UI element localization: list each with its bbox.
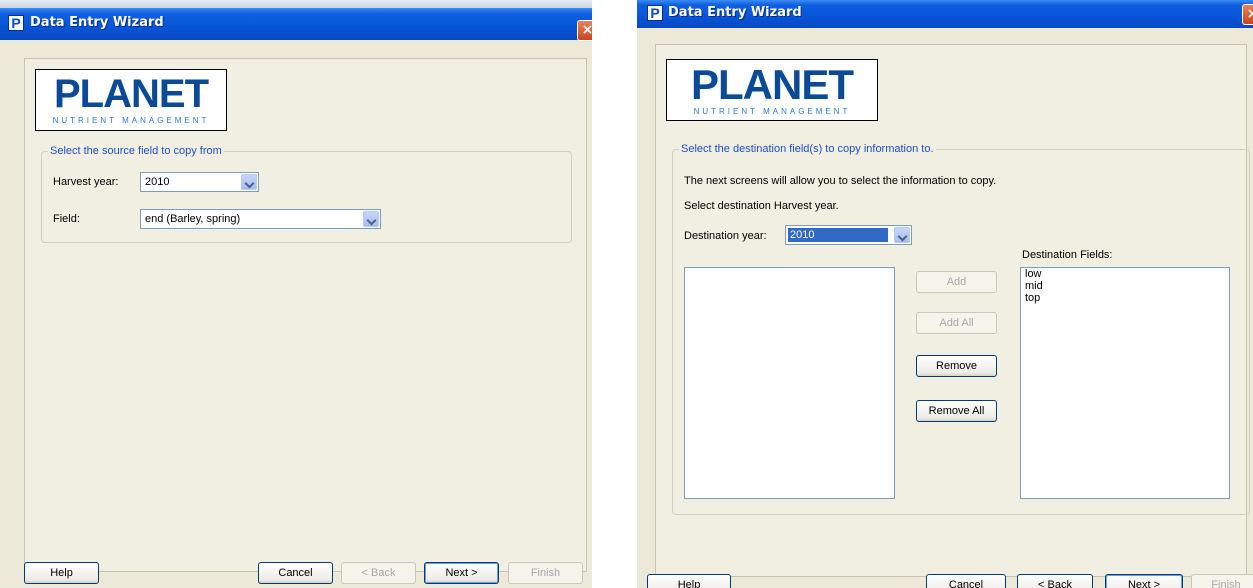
list-item[interactable]: low (1021, 268, 1229, 280)
planet-logo: PLANET NUTRIENT MANAGEMENT (35, 69, 227, 131)
help-button[interactable]: Help (647, 574, 731, 588)
wizard-window-left: P Data Entry Wizard × PLANET NUTRIENT MA… (0, 0, 592, 588)
list-item[interactable]: top (1021, 292, 1229, 304)
destination-fields-list[interactable]: low mid top (1020, 267, 1230, 499)
close-icon[interactable]: × (577, 20, 592, 41)
next-button[interactable]: Next > (424, 562, 499, 584)
dropdown-arrow-icon[interactable] (363, 211, 379, 227)
destination-fields-label: Destination Fields: (1022, 249, 1113, 261)
app-icon: P (647, 5, 663, 21)
next-button[interactable]: Next > (1105, 574, 1183, 588)
add-all-button[interactable]: Add All (916, 312, 997, 334)
close-icon[interactable]: × (1242, 4, 1253, 25)
harvest-year-select[interactable]: 2010 (140, 172, 259, 192)
list-item[interactable]: mid (1021, 280, 1229, 292)
wizard-window-right: P Data Entry Wizard × PLANET NUTRIENT MA… (637, 0, 1253, 588)
help-button[interactable]: Help (24, 562, 99, 584)
info-text: The next screens will allow you to selec… (684, 175, 997, 187)
destination-year-value: 2010 (788, 228, 888, 242)
wizard-content-panel: PLANET NUTRIENT MANAGEMENT Select the de… (655, 44, 1250, 577)
group-legend: Select the destination field(s) to copy … (681, 143, 934, 155)
remove-all-button[interactable]: Remove All (916, 400, 997, 422)
group-legend: Select the source field to copy from (50, 145, 222, 157)
dropdown-arrow-icon[interactable] (241, 174, 257, 190)
logo-word: PLANET (691, 61, 854, 108)
cancel-button[interactable]: Cancel (258, 562, 333, 584)
finish-button[interactable]: Finish (508, 562, 583, 584)
wizard-content-panel: PLANET NUTRIENT MANAGEMENT Select the so… (24, 58, 587, 572)
taskbar-strip (0, 0, 592, 8)
back-button[interactable]: < Back (1017, 574, 1093, 588)
title-bar: P Data Entry Wizard × (0, 8, 592, 41)
cancel-button[interactable]: Cancel (926, 574, 1006, 588)
finish-button[interactable]: Finish (1191, 574, 1253, 588)
window-title: Data Entry Wizard (30, 15, 164, 30)
source-fields-list[interactable] (684, 267, 895, 499)
window-title: Data Entry Wizard (668, 5, 802, 20)
select-year-text: Select destination Harvest year. (684, 200, 839, 212)
field-select[interactable]: end (Barley, spring) (140, 209, 381, 229)
harvest-year-label: Harvest year: (53, 176, 119, 188)
destination-year-label: Destination year: (684, 230, 767, 242)
field-value: end (Barley, spring) (145, 213, 241, 225)
planet-logo: PLANET NUTRIENT MANAGEMENT (666, 59, 878, 121)
back-button[interactable]: < Back (341, 562, 416, 584)
field-label: Field: (53, 213, 80, 225)
add-button[interactable]: Add (916, 271, 997, 293)
harvest-year-value: 2010 (145, 176, 170, 188)
logo-subtitle: NUTRIENT MANAGEMENT (693, 107, 851, 116)
remove-button[interactable]: Remove (916, 355, 997, 377)
destination-year-select[interactable]: 2010 (785, 225, 912, 245)
logo-word: PLANET (54, 72, 209, 116)
dropdown-arrow-icon[interactable] (894, 227, 910, 243)
logo-subtitle: NUTRIENT MANAGEMENT (52, 116, 210, 125)
title-bar: P Data Entry Wizard × (637, 0, 1253, 28)
app-icon: P (8, 15, 24, 31)
